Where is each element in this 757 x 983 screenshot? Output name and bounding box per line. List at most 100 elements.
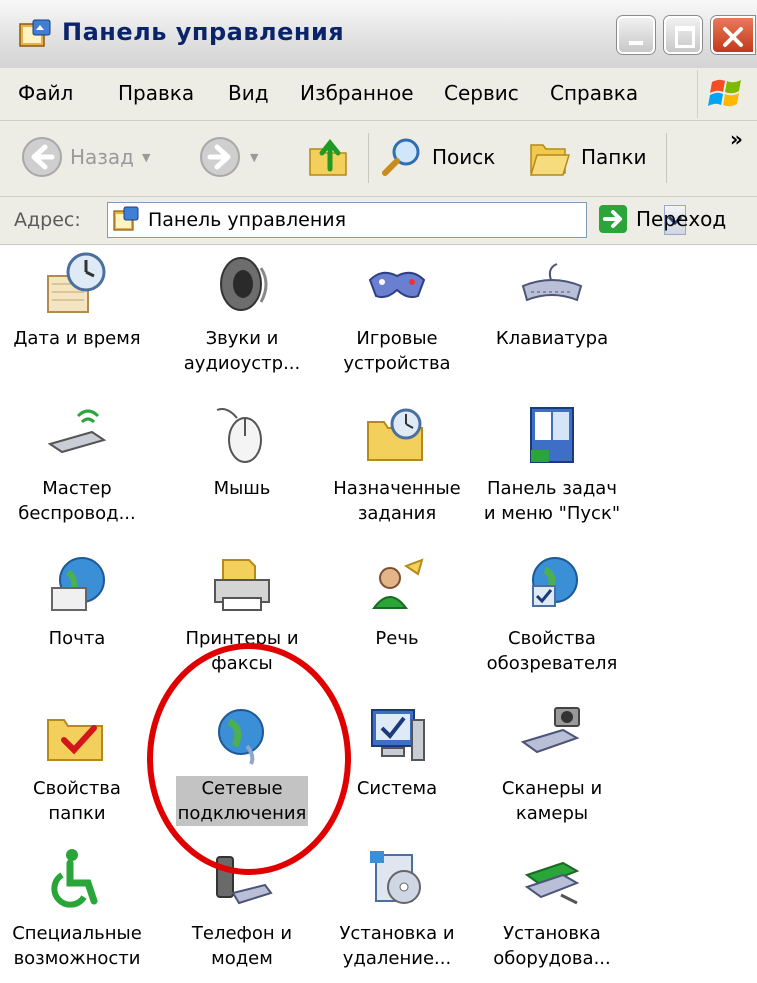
item-label: Свойства обозревателя (486, 628, 618, 674)
go-label: Переход (636, 207, 727, 231)
toolbar: Назад ▼ ▼ Поиск Папки » (0, 121, 757, 197)
go-button[interactable]: Переход (598, 204, 726, 234)
item-label: Установка оборудова... (493, 923, 611, 969)
item-scanners-cameras[interactable]: Сканеры и камеры (475, 700, 629, 826)
internet-options-icon (532, 557, 578, 607)
item-taskbar-start-menu[interactable]: Панель задач и меню "Пуск" (475, 400, 629, 526)
item-label: Мастер беспровод... (18, 478, 136, 524)
system-icon (371, 709, 425, 761)
item-label: Дата и время (13, 328, 141, 349)
address-field[interactable]: Панель управления (107, 202, 686, 238)
menu-view[interactable]: Вид (228, 81, 269, 105)
folders-label: Папки (581, 145, 647, 169)
item-phone-modem[interactable]: Телефон и модем (165, 845, 319, 971)
control-panel-items: Дата и время Звуки и аудиоустр... Игровы… (0, 245, 757, 983)
date-time-icon (47, 252, 106, 313)
folders-icon (529, 144, 571, 176)
back-label: Назад (70, 145, 135, 169)
item-label: Установка и удаление... (339, 923, 455, 969)
back-arrow-icon (22, 137, 62, 177)
control-panel-icon (19, 19, 51, 47)
item-internet-options[interactable]: Свойства обозревателя (475, 550, 629, 676)
phone-modem-icon (216, 856, 273, 905)
item-printers-faxes[interactable]: Принтеры и факсы (165, 550, 319, 676)
item-folder-options[interactable]: Свойства папки (0, 700, 154, 826)
scheduled-tasks-icon (367, 408, 423, 461)
item-label: Речь (375, 628, 419, 649)
menu-help[interactable]: Справка (550, 81, 638, 105)
windows-logo-icon (697, 70, 754, 118)
item-speech[interactable]: Речь (320, 550, 474, 651)
folder-options-icon (47, 719, 103, 761)
go-arrow-icon (599, 205, 627, 233)
item-label: Принтеры и факсы (185, 628, 299, 674)
item-keyboard[interactable]: Клавиатура (475, 250, 629, 351)
item-add-hardware[interactable]: Установка оборудова... (475, 845, 629, 971)
item-label: Почта (48, 628, 106, 649)
item-label: Мышь (213, 478, 271, 499)
back-button[interactable]: Назад ▼ (20, 135, 150, 179)
taskbar-start-menu-icon (530, 407, 574, 463)
menu-edit[interactable]: Правка (118, 81, 194, 105)
item-label: Телефон и модем (191, 923, 293, 969)
item-label: Система (356, 778, 438, 799)
item-label: Сканеры и камеры (501, 778, 603, 824)
menu-tools[interactable]: Сервис (444, 81, 519, 105)
forward-dropdown-icon[interactable]: ▼ (250, 151, 258, 164)
network-connections-icon (218, 709, 264, 765)
address-label: Адрес: (14, 209, 81, 231)
sounds-icon (220, 257, 268, 311)
scanners-cameras-icon (520, 707, 580, 754)
menu-favorites[interactable]: Избранное (300, 81, 414, 105)
toolbar-overflow-chevron[interactable]: » (730, 127, 743, 151)
forward-arrow-icon (200, 137, 240, 177)
menu-bar: Файл Правка Вид Избранное Сервис Справка (0, 68, 757, 121)
speech-icon (372, 558, 424, 609)
item-game-controllers[interactable]: Игровые устройства (320, 250, 474, 376)
folders-button[interactable]: Папки (527, 135, 646, 179)
item-scheduled-tasks[interactable]: Назначенные задания (320, 400, 474, 526)
mouse-icon (216, 408, 262, 463)
up-folder-icon (309, 138, 347, 176)
item-mail[interactable]: Почта (0, 550, 154, 651)
title-bar[interactable]: Панель управления (0, 0, 757, 69)
address-bar: Адрес: Панель управления Переход (0, 197, 757, 245)
menu-file[interactable]: Файл (18, 81, 73, 105)
search-button[interactable]: Поиск (380, 135, 495, 179)
back-dropdown-icon[interactable]: ▼ (142, 151, 150, 164)
close-icon (723, 27, 743, 47)
add-remove-programs-icon (370, 851, 421, 904)
item-label: Назначенные задания (333, 478, 461, 524)
item-label: Звуки и аудиоустр... (183, 328, 301, 374)
keyboard-icon (521, 263, 583, 302)
item-label: Свойства папки (33, 778, 121, 824)
item-network-connections[interactable]: Сетевые подключения (165, 700, 319, 826)
item-sounds[interactable]: Звуки и аудиоустр... (165, 250, 319, 376)
search-icon (382, 138, 420, 176)
search-label: Поиск (432, 145, 496, 169)
accessibility-icon (51, 849, 98, 908)
printers-faxes-icon (214, 559, 270, 611)
item-label: Сетевые подключения (175, 776, 309, 826)
up-folder-button[interactable] (306, 135, 352, 181)
minimize-button[interactable] (617, 16, 655, 54)
item-mouse[interactable]: Мышь (165, 400, 319, 501)
mail-icon (51, 557, 105, 611)
item-accessibility[interactable]: Специальные возможности (0, 845, 154, 971)
close-button[interactable] (711, 16, 755, 54)
item-add-remove-programs[interactable]: Установка и удаление... (320, 845, 474, 971)
window-title: Панель управления (62, 18, 345, 46)
toolbar-separator (666, 133, 667, 183)
add-hardware-icon (524, 861, 580, 905)
item-label: Игровые устройства (343, 328, 451, 374)
forward-button[interactable]: ▼ (198, 135, 258, 179)
game-controllers-icon (368, 271, 426, 299)
item-system[interactable]: Система (320, 700, 474, 801)
toolbar-separator (368, 133, 369, 183)
maximize-button[interactable] (664, 16, 702, 54)
item-wireless-wizard[interactable]: Мастер беспровод... (0, 400, 154, 526)
address-value: Панель управления (148, 209, 347, 231)
item-label: Клавиатура (495, 328, 609, 349)
item-label: Панель задач и меню "Пуск" (483, 478, 621, 524)
item-date-time[interactable]: Дата и время (0, 250, 154, 351)
